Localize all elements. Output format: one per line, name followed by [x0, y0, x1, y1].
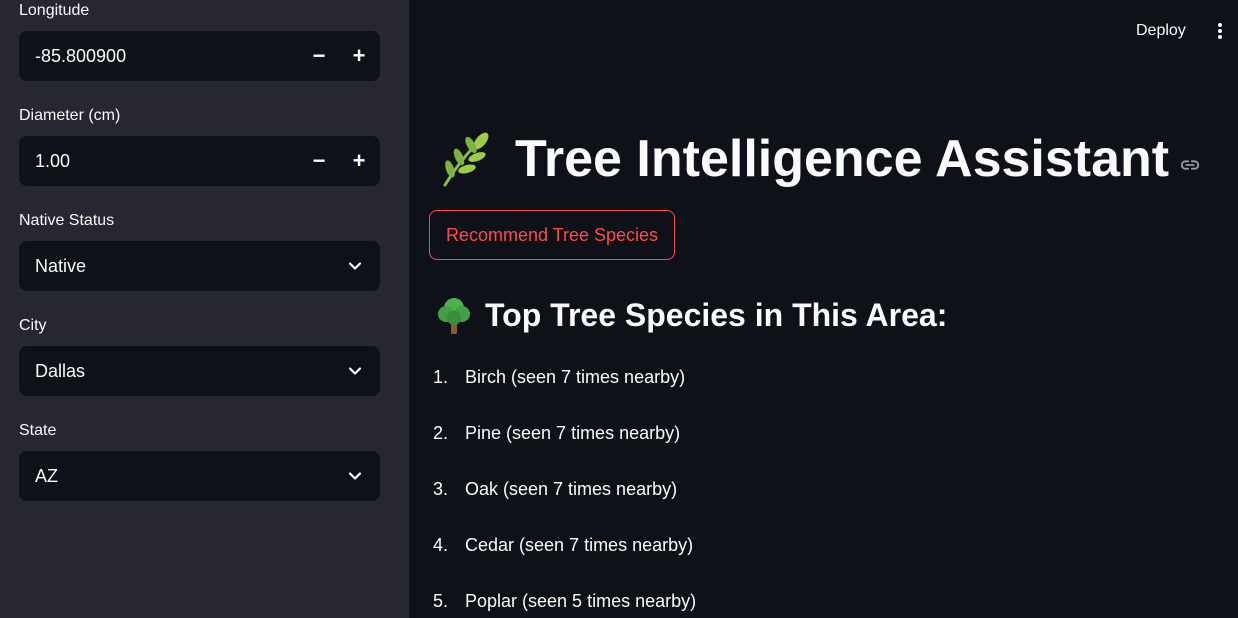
- longitude-decrement-button[interactable]: −: [299, 31, 339, 81]
- native-status-value: Native: [35, 256, 87, 276]
- longitude-increment-button[interactable]: +: [339, 31, 379, 81]
- diameter-input[interactable]: 1.00 − +: [19, 136, 380, 186]
- list-item-number: 2.: [433, 423, 449, 443]
- native-status-label: Native Status: [19, 212, 115, 229]
- list-item: 1. Birch (seen 7 times nearby): [433, 362, 696, 418]
- city-field: City Dallas: [19, 316, 380, 396]
- longitude-label: Longitude: [19, 2, 90, 19]
- diameter-field: Diameter (cm) 1.00 − +: [19, 106, 380, 186]
- diameter-value[interactable]: 1.00: [35, 136, 70, 186]
- list-item-text: Pine (seen 7 times nearby): [465, 423, 681, 443]
- app-root: Longitude -85.800900 − + Diameter (cm) 1…: [0, 0, 1238, 618]
- list-item-number: 1.: [433, 367, 449, 387]
- page-title-row: Tree Intelligence Assistant: [437, 124, 1201, 194]
- native-status-select[interactable]: Native: [19, 241, 380, 291]
- species-subheader-text: Top Tree Species in This Area:: [485, 296, 948, 333]
- diameter-increment-button[interactable]: +: [339, 136, 379, 186]
- city-value: Dallas: [35, 361, 86, 381]
- chevron-down-icon[interactable]: [348, 259, 362, 273]
- list-item: 5. Poplar (seen 5 times nearby): [433, 586, 696, 618]
- link-icon[interactable]: [1179, 154, 1201, 176]
- tree-icon: [438, 298, 470, 334]
- deploy-button[interactable]: Deploy: [1124, 18, 1198, 44]
- list-item: 2. Pine (seen 7 times nearby): [433, 418, 696, 474]
- herb-icon: [443, 132, 489, 187]
- state-select[interactable]: AZ: [19, 451, 380, 501]
- city-label: City: [19, 317, 47, 334]
- list-item: 3. Oak (seen 7 times nearby): [433, 474, 696, 530]
- longitude-field: Longitude -85.800900 − +: [19, 1, 380, 81]
- diameter-decrement-button[interactable]: −: [299, 136, 339, 186]
- recommend-tree-species-button[interactable]: Recommend Tree Species: [429, 210, 675, 260]
- list-item-number: 4.: [433, 535, 449, 555]
- kebab-menu-icon[interactable]: [1210, 21, 1230, 41]
- species-subheader: Top Tree Species in This Area:: [437, 296, 947, 334]
- list-item-text: Poplar (seen 5 times nearby): [465, 591, 697, 611]
- chevron-down-icon[interactable]: [348, 469, 362, 483]
- sidebar: Longitude -85.800900 − + Diameter (cm) 1…: [0, 0, 409, 618]
- list-item-text: Cedar (seen 7 times nearby): [465, 535, 694, 555]
- species-list: 1. Birch (seen 7 times nearby) 2. Pine (se…: [433, 362, 696, 618]
- list-item-text: Birch (seen 7 times nearby): [465, 367, 686, 387]
- list-item-text: Oak (seen 7 times nearby): [465, 479, 678, 499]
- list-item: 4. Cedar (seen 7 times nearby): [433, 530, 696, 586]
- city-select[interactable]: Dallas: [19, 346, 380, 396]
- list-item-number: 3.: [433, 479, 449, 499]
- diameter-label: Diameter (cm): [19, 107, 121, 124]
- chevron-down-icon[interactable]: [348, 364, 362, 378]
- longitude-value[interactable]: -85.800900: [35, 31, 126, 81]
- list-item-number: 5.: [433, 591, 449, 611]
- longitude-input[interactable]: -85.800900 − +: [19, 31, 380, 81]
- native-status-field: Native Status Native: [19, 211, 380, 291]
- state-label: State: [19, 422, 57, 439]
- state-field: State AZ: [19, 421, 380, 501]
- state-value: AZ: [35, 466, 59, 486]
- page-title: Tree Intelligence Assistant: [515, 130, 1170, 188]
